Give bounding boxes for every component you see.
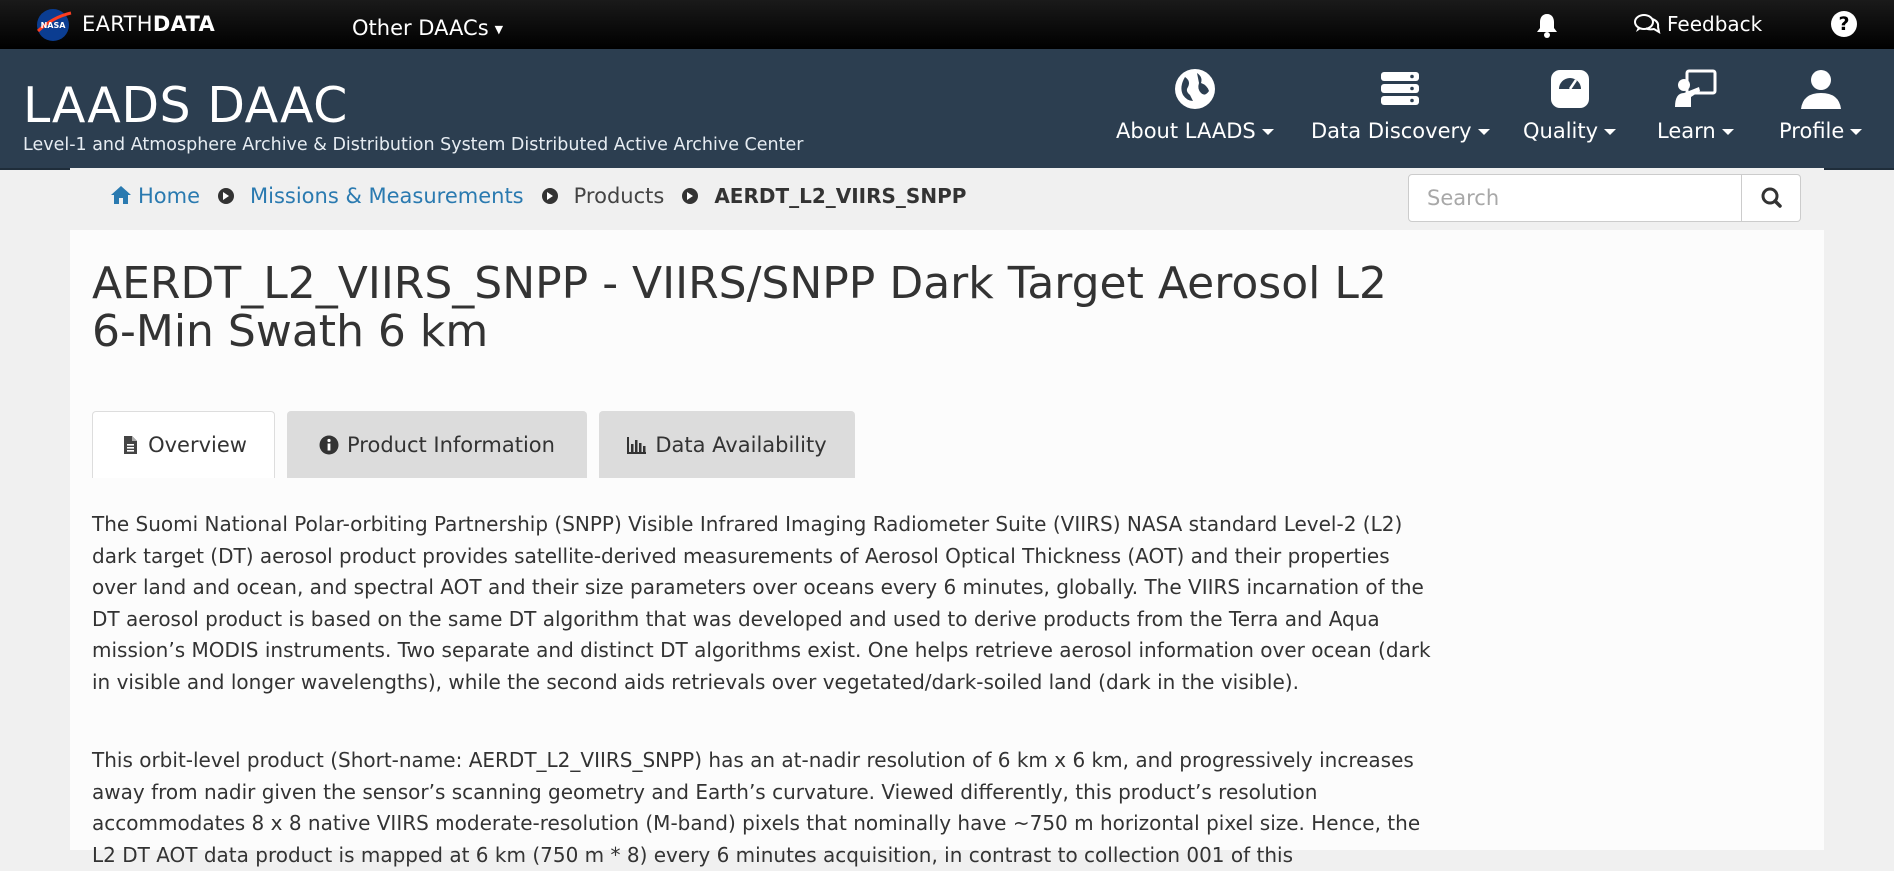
overview-paragraph: This orbit-level product (Short-name: AE… xyxy=(92,748,1421,867)
file-icon xyxy=(124,436,138,454)
nav-profile-label: Profile xyxy=(1779,119,1845,143)
nasa-logo[interactable]: NASA xyxy=(35,7,73,43)
nav-quality-label: Quality xyxy=(1523,119,1599,143)
nav-learn[interactable]: Learn xyxy=(1657,67,1734,143)
earthdata-bar: NASA EARTHDATA Other DAACs ▼ Feedback ? xyxy=(0,0,1894,49)
tab-product-information-label: Product Information xyxy=(347,432,555,457)
tab-data-availability[interactable]: Data Availability xyxy=(599,411,855,478)
caret-down-icon xyxy=(1261,129,1274,135)
breadcrumb-current: AERDT_L2_VIIRS_SNPP xyxy=(714,184,967,208)
bar-chart-icon xyxy=(627,436,647,454)
feedback-label: Feedback xyxy=(1667,12,1763,36)
site-header: LAADS DAAC Level-1 and Atmosphere Archiv… xyxy=(0,49,1894,170)
nav-data-discovery[interactable]: Data Discovery xyxy=(1311,67,1490,143)
page-title: AERDT_L2_VIIRS_SNPP - VIIRS/SNPP Dark Ta… xyxy=(92,258,1387,357)
other-daacs-dropdown[interactable]: Other DAACs ▼ xyxy=(352,16,503,40)
help-icon[interactable]: ? xyxy=(1831,11,1857,37)
database-icon xyxy=(1381,72,1420,105)
nav-about-label: About LAADS xyxy=(1116,119,1256,143)
overview-paragraph: The Suomi National Polar-orbiting Partne… xyxy=(92,512,1431,694)
tab-overview-label: Overview xyxy=(148,433,247,457)
svg-text:NASA: NASA xyxy=(41,21,67,30)
globe-icon xyxy=(1174,69,1215,109)
search-input[interactable] xyxy=(1408,174,1742,222)
nav-about-laads[interactable]: About LAADS xyxy=(1116,67,1274,143)
breadcrumb-home[interactable]: Home xyxy=(110,184,200,208)
feedback-link[interactable]: Feedback xyxy=(1633,12,1762,36)
brand-earth: EARTH xyxy=(82,12,153,36)
presenter-icon xyxy=(1675,69,1717,107)
nav-quality[interactable]: Quality xyxy=(1523,67,1617,143)
tab-product-information[interactable]: Product Information xyxy=(287,411,587,478)
caret-down-icon xyxy=(1604,129,1617,135)
home-icon xyxy=(111,186,131,204)
site-subtitle: Level-1 and Atmosphere Archive & Distrib… xyxy=(23,135,804,155)
chevron-right-icon xyxy=(682,188,699,204)
chevron-right-icon xyxy=(218,188,235,204)
breadcrumb-products[interactable]: Products xyxy=(574,184,665,208)
bell-icon[interactable] xyxy=(1533,11,1561,39)
nav-learn-label: Learn xyxy=(1657,119,1716,143)
tab-overview[interactable]: Overview xyxy=(92,411,275,478)
search-button[interactable] xyxy=(1742,174,1801,222)
info-icon xyxy=(319,435,339,454)
tab-data-availability-label: Data Availability xyxy=(655,432,827,457)
search-icon xyxy=(1761,187,1782,208)
chevron-right-icon xyxy=(541,188,558,204)
breadcrumb: Home Missions & Measurements Products AE… xyxy=(110,184,966,208)
gauge-icon xyxy=(1550,70,1589,108)
earthdata-brand[interactable]: EARTHDATA xyxy=(82,12,215,36)
caret-down-icon xyxy=(1721,129,1734,135)
caret-down-icon: ▼ xyxy=(494,22,504,36)
caret-down-icon xyxy=(1850,129,1863,135)
nav-data-discovery-label: Data Discovery xyxy=(1311,119,1472,143)
caret-down-icon xyxy=(1477,129,1490,135)
site-title[interactable]: LAADS DAAC xyxy=(23,77,348,134)
breadcrumb-home-label: Home xyxy=(138,184,201,208)
user-icon xyxy=(1800,70,1841,109)
nav-profile[interactable]: Profile xyxy=(1779,67,1863,143)
brand-data: DATA xyxy=(152,12,216,36)
other-daacs-label: Other DAACs xyxy=(352,16,489,40)
main-content: AERDT_L2_VIIRS_SNPP - VIIRS/SNPP Dark Ta… xyxy=(70,230,1824,867)
breadcrumb-missions[interactable]: Missions & Measurements xyxy=(250,184,524,208)
comments-icon xyxy=(1634,14,1661,35)
